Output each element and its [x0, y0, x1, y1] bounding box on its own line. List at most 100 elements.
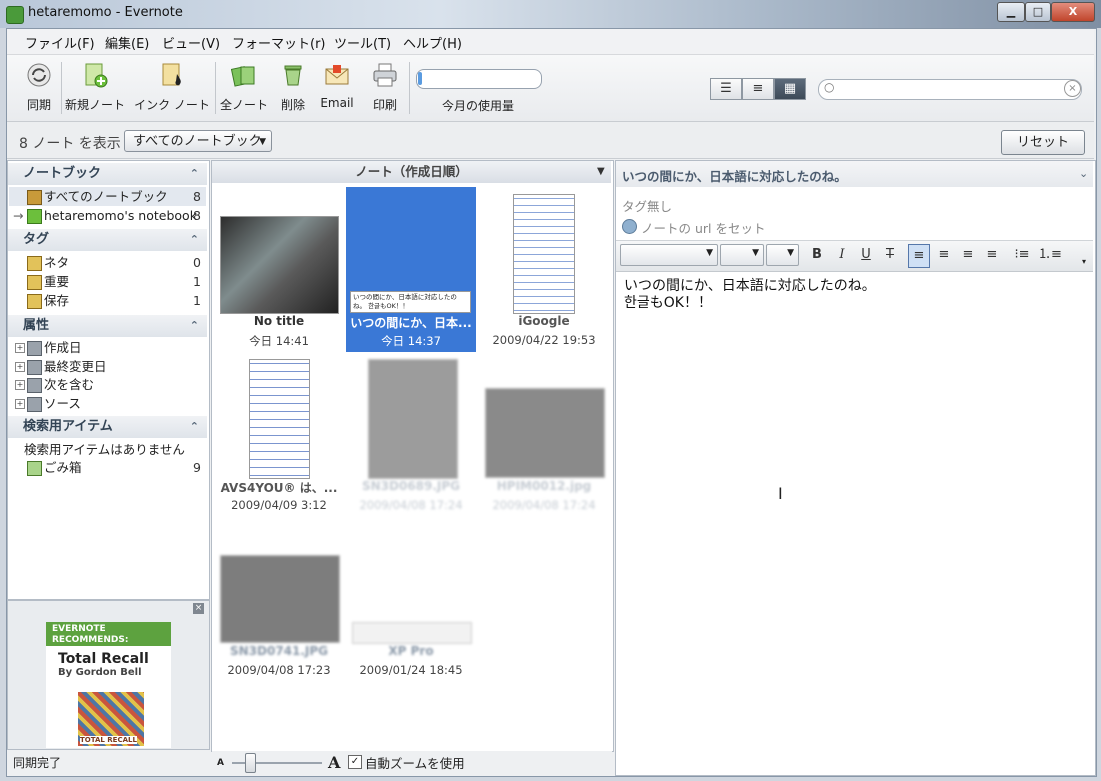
- search-input[interactable]: [818, 79, 1082, 100]
- thumbnail-view-button[interactable]: ▦: [774, 78, 806, 100]
- toolbar-separator: [409, 62, 410, 114]
- sidebar-item-all-notebooks[interactable]: すべてのノートブック 8: [9, 187, 206, 206]
- maximize-button[interactable]: □: [1025, 2, 1051, 22]
- note-title: XP Pro: [388, 644, 434, 658]
- tags-header[interactable]: タグ ⌃: [8, 229, 207, 251]
- reset-button[interactable]: リセット: [1001, 130, 1085, 155]
- note-tags-field[interactable]: タグ無し: [622, 196, 672, 215]
- align-center-button[interactable]: ≡: [934, 244, 954, 266]
- sidebar-item-label: ネタ: [44, 255, 70, 270]
- sidebar-item-attr-created[interactable]: + 作成日: [9, 338, 206, 357]
- sidebar-item-label: ごみ箱: [44, 460, 82, 475]
- saved-searches-header[interactable]: 検索用アイテム ⌃: [8, 416, 207, 438]
- menu-edit[interactable]: 編集(E): [105, 33, 149, 52]
- expand-icon[interactable]: +: [15, 343, 25, 353]
- notebooks-header[interactable]: ノートブック ⌃: [8, 163, 207, 185]
- bold-button[interactable]: B: [807, 244, 827, 266]
- new-note-icon: [85, 63, 108, 88]
- sidebar-item-hetaremomo-notebook[interactable]: → hetaremomo's notebook 8: [9, 206, 206, 225]
- notebook-stack-icon: [27, 190, 42, 205]
- sidebar-item-attr-modified[interactable]: + 最終変更日: [9, 357, 206, 376]
- sidebar-item-trash[interactable]: ごみ箱 9: [9, 458, 206, 477]
- chevron-down-icon: ▼: [706, 248, 713, 258]
- bullet-list-icon: ⁝≡: [1014, 247, 1030, 262]
- note-card[interactable]: iGoogle 2009/04/22 19:53: [479, 188, 609, 352]
- all-notes-button[interactable]: 全ノート: [219, 62, 269, 116]
- detail-view-button[interactable]: ≡: [742, 78, 774, 100]
- menu-file[interactable]: ファイル(F): [25, 33, 95, 52]
- sidebar-item-tag-save[interactable]: 保存 1: [9, 291, 206, 310]
- new-note-button[interactable]: 新規ノート: [63, 62, 127, 116]
- minimize-button[interactable]: ▁: [997, 2, 1025, 22]
- expand-icon[interactable]: +: [15, 362, 25, 372]
- clear-search-icon[interactable]: ×: [1064, 80, 1081, 97]
- note-thumbnail: [249, 359, 310, 479]
- note-date: 2009/04/09 3:12: [231, 498, 327, 512]
- sidebar-item-tag-neta[interactable]: ネタ 0: [9, 253, 206, 272]
- ink-note-label: インク ノート: [134, 98, 210, 112]
- close-button[interactable]: X: [1051, 2, 1095, 22]
- sidebar-item-attr-source[interactable]: + ソース: [9, 394, 206, 413]
- numbered-list-button[interactable]: ⒈≡: [1038, 244, 1062, 266]
- sidebar-item-label: ソース: [44, 396, 81, 411]
- attributes-header[interactable]: 属性 ⌃: [8, 315, 207, 337]
- chevron-down-icon: ▼: [787, 248, 794, 258]
- expand-icon[interactable]: +: [15, 399, 25, 409]
- delete-button[interactable]: 削除: [278, 62, 308, 116]
- notebooks-header-label: ノートブック: [23, 166, 102, 181]
- menu-format[interactable]: フォーマット(r): [232, 33, 326, 52]
- note-date: 2009/04/08 17:24: [492, 498, 596, 512]
- toolbar-separator: [61, 62, 62, 114]
- underline-button[interactable]: U: [856, 244, 876, 266]
- sidebar-item-tag-important[interactable]: 重要 1: [9, 272, 206, 291]
- note-body-editor[interactable]: いつの間にか、日本語に対応したのね。 한글もOK！！: [624, 278, 876, 312]
- bullet-list-button[interactable]: ⁝≡: [1012, 244, 1032, 266]
- email-button[interactable]: Email: [318, 62, 356, 116]
- detail-list-icon: ≡: [752, 81, 764, 96]
- print-button[interactable]: 印刷: [366, 62, 404, 116]
- align-right-button[interactable]: ≡: [958, 244, 978, 266]
- font-size-select[interactable]: ▼: [720, 244, 764, 266]
- menu-view[interactable]: ビュー(V): [162, 33, 220, 52]
- note-card[interactable]: SN3D0741.JPG 2009/04/08 17:23: [214, 520, 344, 684]
- close-ad-icon[interactable]: ×: [193, 603, 204, 614]
- note-url-field[interactable]: ノートの url をセット: [641, 218, 765, 237]
- note-date: 2009/04/22 19:53: [492, 333, 596, 347]
- ad-header[interactable]: EVERNOTE RECOMMENDS:: [46, 622, 171, 646]
- expand-header-icon[interactable]: ⌄: [1079, 167, 1088, 180]
- align-left-button[interactable]: ≡: [908, 244, 930, 268]
- list-view-button[interactable]: ☰: [710, 78, 742, 100]
- note-card[interactable]: HPIM0012.jpg 2009/04/08 17:24: [479, 355, 609, 519]
- numbered-list-icon: ⒈≡: [1038, 247, 1062, 262]
- toolbar-overflow-icon[interactable]: ▾: [1082, 257, 1086, 266]
- expand-icon[interactable]: +: [15, 380, 25, 390]
- text-cursor-icon: I: [778, 484, 783, 503]
- note-title-field[interactable]: いつの間にか、日本語に対応したのね。: [622, 166, 847, 185]
- notes-sort-header[interactable]: ノート（作成日順）: [212, 161, 611, 183]
- align-left-icon: ≡: [913, 248, 925, 263]
- note-title: iGoogle: [518, 314, 570, 328]
- zoom-slider-handle[interactable]: [245, 753, 256, 773]
- menu-tools[interactable]: ツール(T): [334, 33, 391, 52]
- auto-zoom-checkbox[interactable]: ✓: [348, 755, 362, 769]
- font-color-select[interactable]: ▼: [766, 244, 799, 266]
- note-card[interactable]: No title 今日 14:41: [214, 188, 344, 352]
- italic-button[interactable]: I: [832, 244, 852, 266]
- sync-button[interactable]: 同期: [22, 62, 56, 116]
- sidebar-item-attr-contains[interactable]: + 次を含む: [9, 375, 206, 394]
- justify-button[interactable]: ≡: [982, 244, 1002, 266]
- strikethrough-button[interactable]: T: [880, 244, 900, 266]
- monthly-usage-bar: [416, 69, 542, 89]
- note-body-line: 한글もOK！！: [624, 295, 712, 311]
- note-card[interactable]: XP Pro 2009/01/24 18:45: [346, 520, 476, 684]
- ink-note-button[interactable]: インク ノート: [132, 62, 212, 116]
- menu-help[interactable]: ヘルプ(H): [403, 33, 462, 52]
- note-card[interactable]: SN3D0689.JPG 2009/04/08 17:24: [346, 355, 476, 519]
- note-card[interactable]: AVS4YOU® は、... 2009/04/09 3:12: [214, 355, 344, 519]
- chevron-down-icon[interactable]: ▼: [597, 166, 605, 177]
- printer-icon: [373, 63, 397, 87]
- notebook-select[interactable]: すべてのノートブック ▼: [124, 130, 272, 152]
- align-right-icon: ≡: [962, 247, 974, 262]
- note-card-selected[interactable]: いつの間にか、日本語に対応したのね。 한글もOK！！ いつの間にか、日本... …: [346, 187, 476, 352]
- font-family-select[interactable]: ▼: [620, 244, 718, 266]
